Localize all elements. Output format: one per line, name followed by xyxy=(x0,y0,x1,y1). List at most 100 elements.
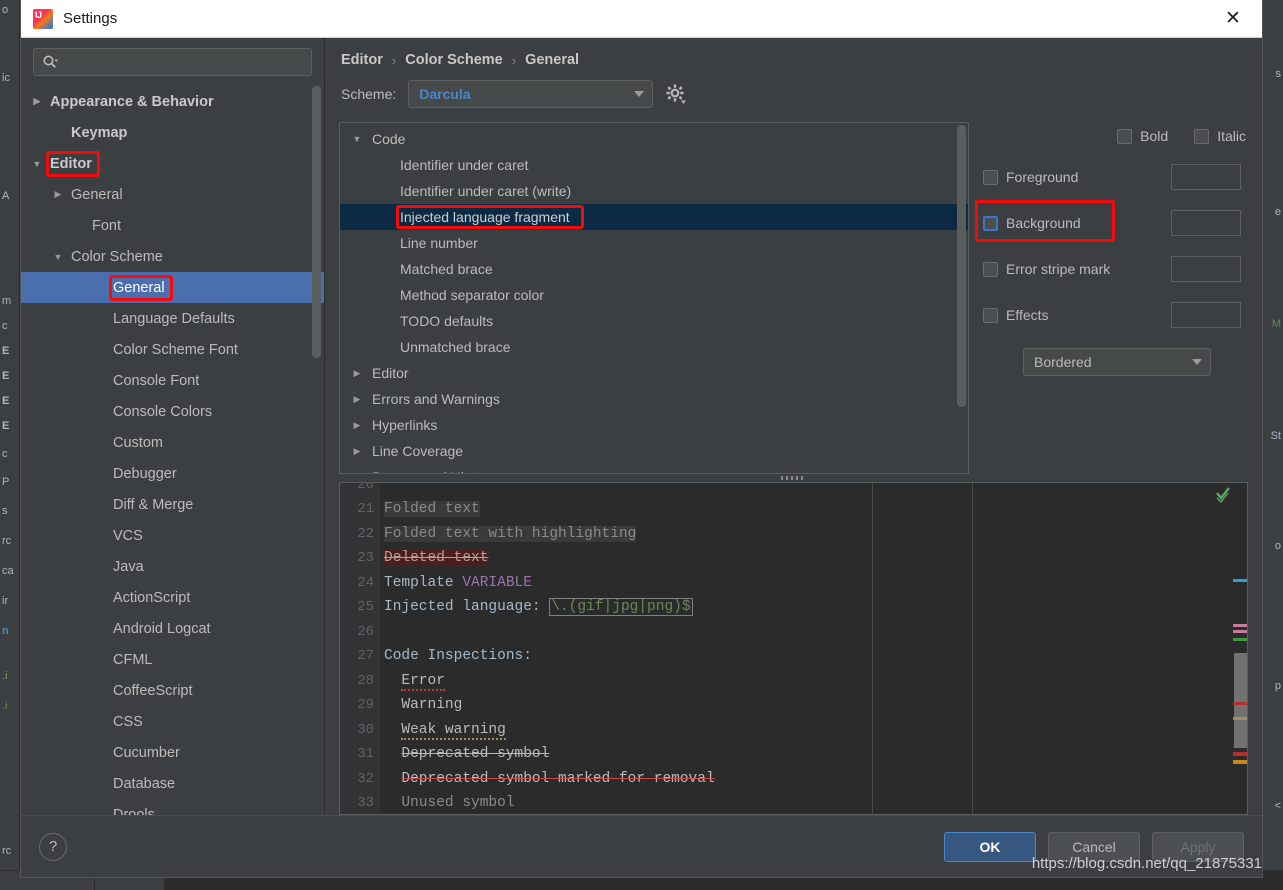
attribute-node-unmatched-brace[interactable]: Unmatched brace xyxy=(340,334,968,360)
sidebar-item-color-scheme[interactable]: ▼ Color Scheme xyxy=(21,241,324,272)
sidebar-item-database[interactable]: Database xyxy=(21,768,324,799)
foreground-checkbox-row[interactable]: Foreground xyxy=(983,169,1171,185)
sidebar-item-general[interactable]: General xyxy=(21,272,324,303)
sidebar-item-font[interactable]: Font xyxy=(21,210,324,241)
error-stripe-color-swatch[interactable] xyxy=(1171,256,1241,282)
bold-checkbox[interactable] xyxy=(1117,128,1133,144)
sidebar-item-console-colors[interactable]: Console Colors xyxy=(21,396,324,427)
breadcrumb-part-editor[interactable]: Editor xyxy=(341,52,383,68)
error-stripe-marker[interactable] xyxy=(1233,701,1247,705)
preview-code[interactable]: Folded text Folded text with highlighting… xyxy=(380,482,1247,814)
code-line: Code Inspections: xyxy=(380,644,1247,669)
error-stripe-marker[interactable] xyxy=(1233,716,1247,720)
sidebar-item-diff-merge[interactable]: Diff & Merge xyxy=(21,489,324,520)
background-checkbox[interactable] xyxy=(983,215,998,231)
attribute-node-line-coverage[interactable]: ▶ Line Coverage xyxy=(340,438,968,464)
chevron-right-icon[interactable]: ▶ xyxy=(346,420,368,431)
effects-color-swatch[interactable] xyxy=(1171,302,1241,328)
code-line: Folded text xyxy=(380,497,1247,522)
preview-scrollbar-thumb[interactable] xyxy=(1234,652,1247,748)
scheme-combobox[interactable]: Darcula xyxy=(408,80,654,108)
foreground-checkbox[interactable] xyxy=(983,169,998,185)
error-stripe-marker[interactable] xyxy=(1233,751,1247,756)
bold-checkbox-row[interactable]: Bold xyxy=(1117,128,1168,144)
error-stripe-marker[interactable] xyxy=(1233,623,1247,627)
attribute-node-identifier-under-caret-write[interactable]: Identifier under caret (write) xyxy=(340,178,968,204)
attribute-node-matched-brace[interactable]: Matched brace xyxy=(340,256,968,282)
error-stripe-checkbox[interactable] xyxy=(983,261,998,277)
error-stripe-marker[interactable] xyxy=(1233,578,1247,582)
italic-checkbox[interactable] xyxy=(1194,128,1210,144)
effects-checkbox-row[interactable]: Effects xyxy=(983,307,1171,323)
attribute-node-popups-and-hints[interactable]: ▶ Popups and Hints xyxy=(340,464,968,474)
search-input[interactable] xyxy=(58,54,303,70)
line-number: 24 xyxy=(357,574,374,591)
sidebar-item-language-defaults[interactable]: Language Defaults xyxy=(21,303,324,334)
sidebar-item-console-font[interactable]: Console Font xyxy=(21,365,324,396)
close-icon[interactable]: ✕ xyxy=(1218,4,1248,34)
sidebar-item-color-scheme-font[interactable]: Color Scheme Font xyxy=(21,334,324,365)
effects-checkbox[interactable] xyxy=(983,307,998,323)
chevron-right-icon[interactable]: ▶ xyxy=(29,96,45,107)
gear-icon[interactable] xyxy=(665,83,687,105)
attribute-node-todo-defaults[interactable]: TODO defaults xyxy=(340,308,968,334)
chevron-down-icon[interactable]: ▼ xyxy=(50,252,66,262)
attribute-node-line-number[interactable]: Line number xyxy=(340,230,968,256)
chevron-right-icon[interactable]: ▶ xyxy=(346,472,368,474)
error-stripe-checkbox-row[interactable]: Error stripe mark xyxy=(983,261,1171,277)
attribute-tree-scrollbar-thumb[interactable] xyxy=(957,125,966,407)
sidebar-item-css[interactable]: CSS xyxy=(21,706,324,737)
sidebar-item-keymap[interactable]: Keymap xyxy=(21,117,324,148)
error-stripe-marker[interactable] xyxy=(1233,629,1247,633)
background-checkbox-row[interactable]: Background xyxy=(983,215,1171,231)
chevron-down-icon[interactable]: ▼ xyxy=(346,134,368,144)
settings-tree[interactable]: ▶ Appearance & Behavior Keymap ▼ Editor ▶ Gene… xyxy=(21,84,324,815)
attribute-node-hyperlinks[interactable]: ▶ Hyperlinks xyxy=(340,412,968,438)
sidebar-item-android-logcat[interactable]: Android Logcat xyxy=(21,613,324,644)
background-color-swatch[interactable] xyxy=(1171,210,1241,236)
error-stripe-marker[interactable] xyxy=(1233,637,1247,641)
attribute-tree[interactable]: ▼ Code Identifier under caret Identifier un… xyxy=(340,123,968,474)
attribute-node-errors-and-warnings[interactable]: ▶ Errors and Warnings xyxy=(340,386,968,412)
sidebar-item-vcs[interactable]: VCS xyxy=(21,520,324,551)
ok-button[interactable]: OK xyxy=(944,831,1036,862)
attribute-node-method-separator-color[interactable]: Method separator color xyxy=(340,282,968,308)
sidebar-item-drools[interactable]: Drools xyxy=(21,799,324,816)
code-line: Deprecated symbol xyxy=(380,742,1247,767)
chevron-right-icon[interactable]: ▶ xyxy=(346,446,368,457)
sidebar-item-custom[interactable]: Custom xyxy=(21,427,324,458)
italic-checkbox-row[interactable]: Italic xyxy=(1194,128,1246,144)
sidebar-item-cucumber[interactable]: Cucumber xyxy=(21,737,324,768)
sidebar-item-java[interactable]: Java xyxy=(21,551,324,582)
sidebar-item-coffeescript[interactable]: CoffeeScript xyxy=(21,675,324,706)
sidebar-item-appearance-behavior[interactable]: ▶ Appearance & Behavior xyxy=(21,86,324,117)
sidebar-item-cfml[interactable]: CFML xyxy=(21,644,324,675)
search-box[interactable] xyxy=(33,48,312,76)
sidebar-item-actionscript[interactable]: ActionScript xyxy=(21,582,324,613)
attribute-node-identifier-under-caret[interactable]: Identifier under caret xyxy=(340,152,968,178)
preview-error-stripe[interactable] xyxy=(1233,482,1247,814)
attribute-node-code[interactable]: ▼ Code xyxy=(340,126,968,152)
sidebar-item-general[interactable]: ▶ General xyxy=(21,179,324,210)
attribute-node-label: Injected language fragment xyxy=(400,209,570,225)
sidebar-scrollbar-thumb[interactable] xyxy=(312,86,321,358)
attribute-node-injected-language-fragment[interactable]: Injected language fragment xyxy=(340,204,968,230)
chevron-down-icon[interactable]: ▼ xyxy=(29,159,45,169)
color-settings-area: ▼ Code Identifier under caret Identifier un… xyxy=(325,108,1262,474)
bold-label: Bold xyxy=(1140,128,1169,144)
attribute-node-editor[interactable]: ▶ Editor xyxy=(340,360,968,386)
error-stripe-marker[interactable] xyxy=(1233,759,1247,764)
inspections-ok-checkmark-icon[interactable] xyxy=(1215,487,1231,504)
sidebar-item-debugger[interactable]: Debugger xyxy=(21,458,324,489)
code-segment: Unused symbol xyxy=(401,795,515,812)
chevron-right-icon[interactable]: ▶ xyxy=(346,394,368,405)
preview-splitter[interactable] xyxy=(325,474,1262,482)
effect-type-combobox[interactable]: Bordered xyxy=(1023,348,1211,376)
breadcrumb-part-color-scheme[interactable]: Color Scheme xyxy=(405,52,503,68)
foreground-color-swatch[interactable] xyxy=(1171,164,1241,190)
help-button[interactable]: ? xyxy=(39,832,67,861)
chevron-right-icon[interactable]: ▶ xyxy=(346,368,368,379)
code-segment: Code Inspections: xyxy=(384,648,532,665)
sidebar-item-editor[interactable]: ▼ Editor xyxy=(21,148,324,179)
chevron-right-icon[interactable]: ▶ xyxy=(50,189,66,200)
